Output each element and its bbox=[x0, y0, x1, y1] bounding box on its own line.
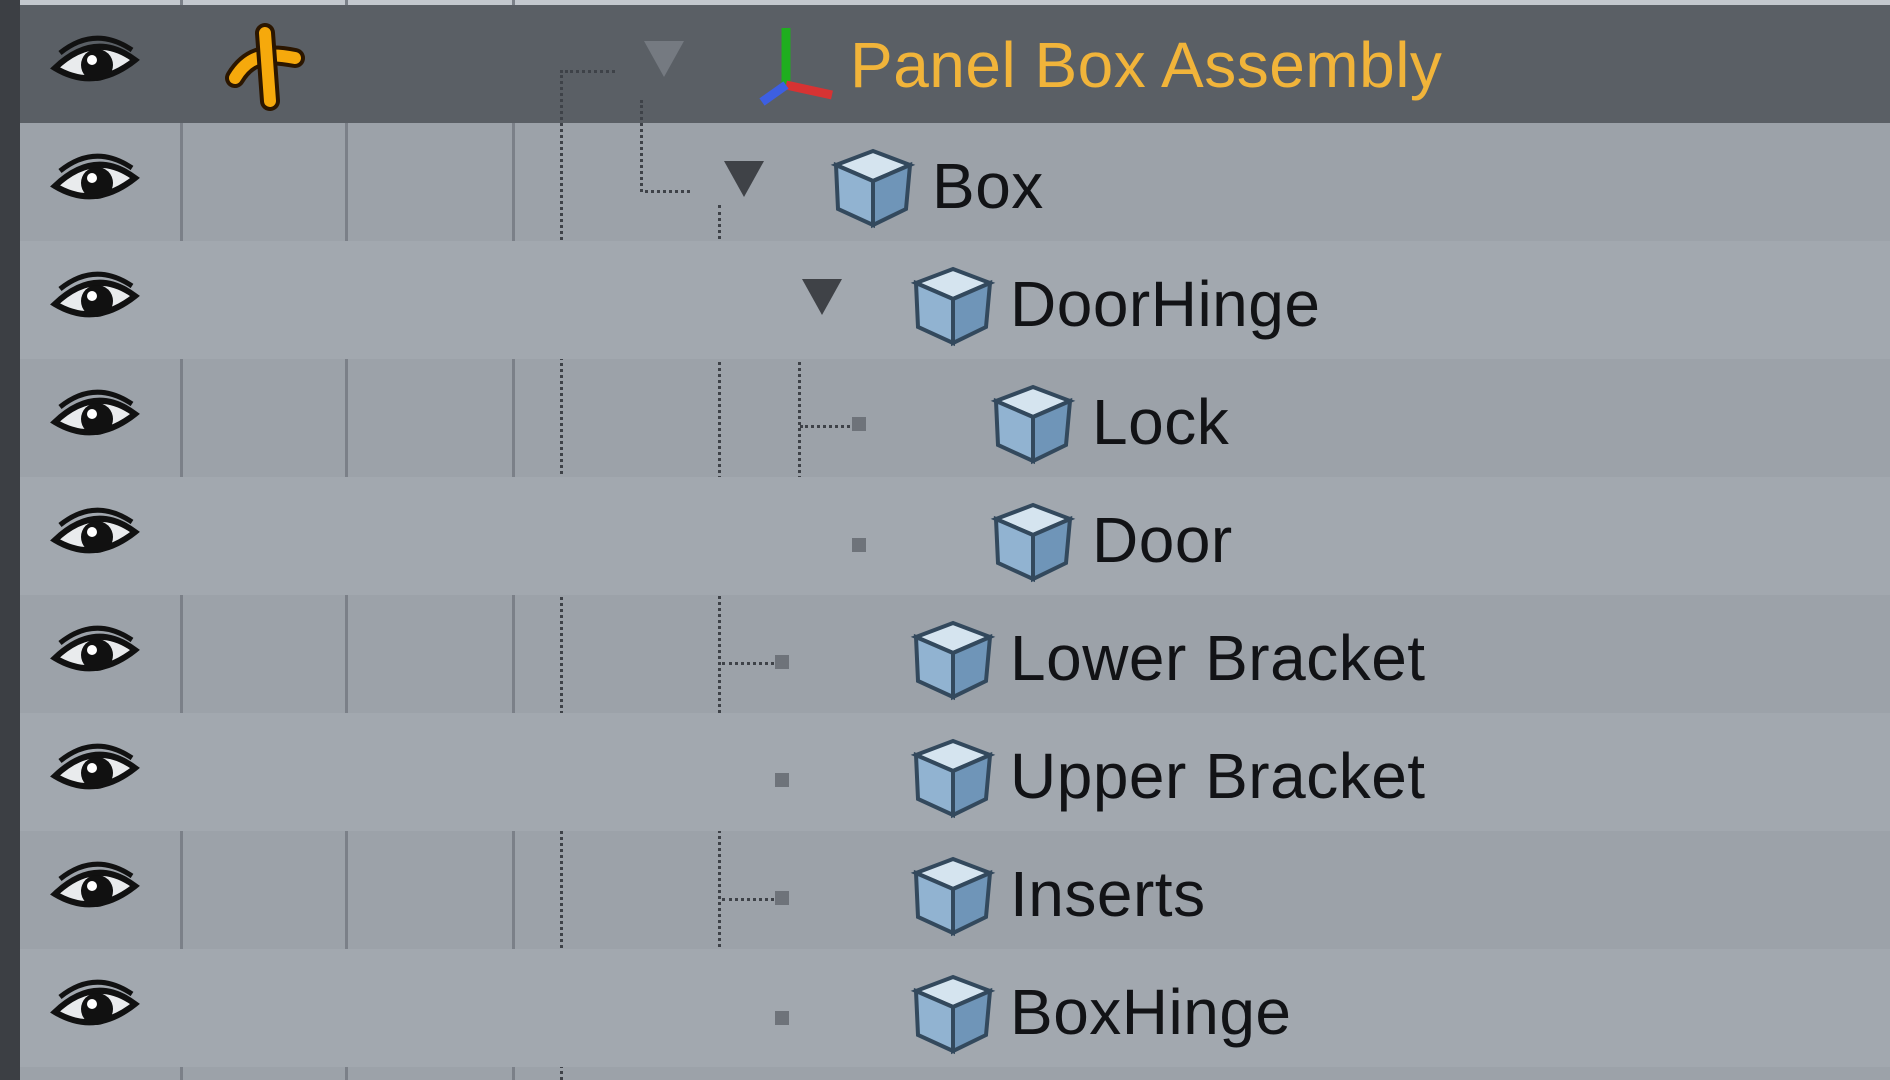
scene-outliner: Panel Box Assembly Box DoorHinge Lock Do… bbox=[0, 0, 1890, 1080]
eye-icon[interactable] bbox=[50, 384, 140, 454]
eye-icon[interactable] bbox=[50, 266, 140, 336]
eye-icon[interactable] bbox=[50, 738, 140, 808]
outliner-row[interactable]: Lock bbox=[20, 359, 1890, 477]
tree-leaf-dot bbox=[775, 891, 789, 905]
collapse-arrow-icon[interactable] bbox=[798, 273, 846, 321]
eye-icon[interactable] bbox=[50, 620, 140, 690]
center-pivot-icon[interactable] bbox=[215, 23, 315, 113]
eye-icon[interactable] bbox=[50, 856, 140, 926]
outliner-row[interactable]: DoorHinge bbox=[20, 241, 1890, 359]
panel-left-border bbox=[0, 0, 20, 1080]
eye-icon[interactable] bbox=[50, 30, 140, 100]
outliner-row[interactable]: Inserts bbox=[20, 831, 1890, 949]
eye-icon[interactable] bbox=[50, 502, 140, 572]
outliner-item-label: Inserts bbox=[1010, 858, 1206, 930]
outliner-item-label: Upper Bracket bbox=[1010, 740, 1426, 812]
outliner-row-root[interactable]: Panel Box Assembly bbox=[20, 5, 1890, 123]
outliner-item-label: BoxHinge bbox=[1010, 976, 1292, 1048]
outliner-row[interactable]: Upper Bracket bbox=[20, 713, 1890, 831]
tree-connector bbox=[565, 70, 615, 73]
tree-leaf-dot bbox=[852, 417, 866, 431]
axes-locator-icon bbox=[750, 20, 840, 110]
mesh-cube-icon bbox=[990, 384, 1076, 465]
mesh-cube-icon bbox=[910, 738, 996, 819]
outliner-row[interactable]: Door bbox=[20, 477, 1890, 595]
outliner-item-label: DoorHinge bbox=[1010, 268, 1321, 340]
tree-leaf-dot bbox=[852, 538, 866, 552]
mesh-cube-icon bbox=[830, 148, 916, 229]
tree-leaf-dot bbox=[775, 773, 789, 787]
mesh-cube-icon bbox=[990, 502, 1076, 583]
outliner-item-label: Panel Box Assembly bbox=[850, 29, 1443, 101]
mesh-cube-icon bbox=[910, 974, 996, 1055]
tree-leaf-dot bbox=[775, 1011, 789, 1025]
tree-leaf-dot bbox=[775, 655, 789, 669]
outliner-item-label: Box bbox=[932, 150, 1044, 222]
outliner-row[interactable]: Lower Bracket bbox=[20, 595, 1890, 713]
outliner-row[interactable]: Box bbox=[20, 123, 1890, 241]
outliner-item-label: Lock bbox=[1092, 386, 1230, 458]
eye-icon[interactable] bbox=[50, 148, 140, 218]
mesh-cube-icon bbox=[910, 856, 996, 937]
collapse-arrow-icon[interactable] bbox=[720, 155, 768, 203]
outliner-item-label: Door bbox=[1092, 504, 1233, 576]
collapse-arrow-icon[interactable] bbox=[640, 35, 688, 83]
mesh-cube-icon bbox=[910, 266, 996, 347]
outliner-row[interactable]: BoxHinge bbox=[20, 949, 1890, 1067]
outliner-item-label: Lower Bracket bbox=[1010, 622, 1426, 694]
eye-icon[interactable] bbox=[50, 974, 140, 1044]
mesh-cube-icon bbox=[910, 620, 996, 701]
